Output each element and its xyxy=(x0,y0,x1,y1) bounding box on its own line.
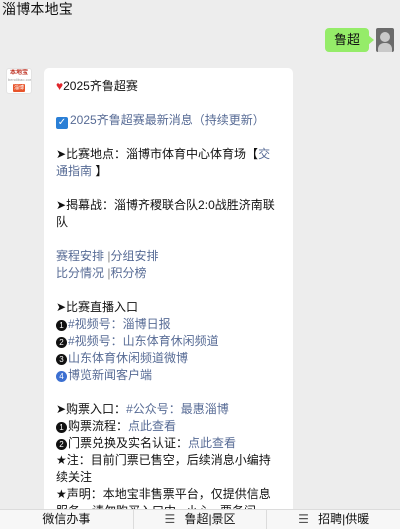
ticket-verify-prefix: 门票兑换及实名认证： xyxy=(68,436,189,450)
live-entry-1: 1 #视频号：淄博日报 xyxy=(56,316,281,333)
ticket-entry-line: ➤购票入口：#公众号：最惠淄博 xyxy=(56,401,281,418)
menu-wechat-services[interactable]: 微信办事 xyxy=(0,510,133,529)
live-link-3[interactable]: 山东体育休闲频道微博 xyxy=(68,351,188,365)
bot-title: 2025齐鲁超赛 xyxy=(63,79,138,93)
statement-text: ★声明：本地宝非售票平台，仅提供信息服务，请勿购买入口中...小心...票务问 xyxy=(56,487,271,509)
check-icon: ✓ xyxy=(56,117,68,129)
points-table-link[interactable]: 积分榜 xyxy=(110,266,146,280)
number-2-icon: 2 xyxy=(56,337,67,348)
ticket-verify-link[interactable]: 点此查看 xyxy=(188,436,236,450)
ticket-flow-link[interactable]: 点此查看 xyxy=(128,419,176,433)
chat-area[interactable]: 鲁超 本地宝 bendibao.com 淄博 ♥2025齐鲁超赛 ✓ 2025齐鲁… xyxy=(0,20,400,509)
live-link-4[interactable]: 博览新闻客户端 xyxy=(68,368,152,382)
top-bar: 淄博本地宝 xyxy=(0,0,400,20)
menu-label: 鲁超|景区 xyxy=(184,512,236,526)
menu-jobs-heating[interactable]: ☰ 招聘|供暖 xyxy=(266,510,400,529)
number-2-icon: 2 xyxy=(56,439,67,450)
score-link[interactable]: 比分情况 xyxy=(56,266,104,280)
group-link[interactable]: 分组安排 xyxy=(110,249,158,263)
venue-prefix: ➤比赛地点：淄博市体育中心体育场【 xyxy=(56,147,259,161)
ticket-note: ★注：目前门票已售空，后续消息小编持续关注 xyxy=(56,453,271,484)
live-entry-2: 2 #视频号：山东体育休闲频道 xyxy=(56,333,281,350)
live-link-1[interactable]: #视频号：淄博日报 xyxy=(68,317,171,331)
number-1-icon: 1 xyxy=(56,422,67,433)
live-entry-4: 4 博览新闻客户端 xyxy=(56,367,281,384)
user-message-bubble[interactable]: 鲁超 xyxy=(324,28,375,52)
live-link-2[interactable]: #视频号：山东体育休闲频道 xyxy=(68,334,219,348)
ticket-verify-line: 2 门票兑换及实名认证：点此查看 xyxy=(56,435,281,452)
schedule-link[interactable]: 赛程安排 xyxy=(56,249,104,263)
user-avatar[interactable] xyxy=(376,28,394,52)
menu-list-icon: ☰ xyxy=(298,512,309,526)
venue-line: ➤比赛地点：淄博市体育中心体育场【交通指南 】 xyxy=(56,146,281,180)
ticket-flow-prefix: 购票流程： xyxy=(68,419,129,433)
avatar-logo-city: 淄博 xyxy=(13,84,25,92)
bottom-menu-bar: 微信办事 ☰ 鲁超|景区 ☰ 招聘|供暖 xyxy=(0,509,400,529)
menu-label: 微信办事 xyxy=(42,512,91,526)
schedule-links-line: 赛程安排 |分组安排 xyxy=(56,248,281,265)
latest-news-link[interactable]: 2025齐鲁超赛最新消息（持续更新） xyxy=(70,113,265,127)
live-heading: ➤比赛直播入口 xyxy=(56,300,139,314)
number-3-icon: 3 xyxy=(56,354,67,365)
venue-suffix: 】 xyxy=(95,164,108,178)
ticket-flow-line: 1 购票流程：点此查看 xyxy=(56,418,281,435)
opening-match-text: ➤揭幕战：淄博齐稷联合队2:0战胜济南联队 xyxy=(56,198,275,229)
avatar-logo-text: 本地宝 xyxy=(9,70,28,76)
menu-label: 招聘|供暖 xyxy=(318,512,370,526)
bot-title-line: ♥2025齐鲁超赛 xyxy=(56,78,281,95)
number-4-icon: 4 xyxy=(56,371,67,382)
latest-news-line: ✓ 2025齐鲁超赛最新消息（持续更新） xyxy=(56,112,281,129)
chat-title: 淄博本地宝 xyxy=(2,1,73,17)
menu-list-icon: ☰ xyxy=(164,512,176,526)
official-account-avatar[interactable]: 本地宝 bendibao.com 淄博 xyxy=(6,68,32,94)
bot-message-bubble: ♥2025齐鲁超赛 ✓ 2025齐鲁超赛最新消息（持续更新） ➤比赛地点：淄博市体… xyxy=(44,68,293,509)
avatar-logo-subtext: bendibao.com xyxy=(8,77,32,82)
menu-luchao-scenic[interactable]: ☰ 鲁超|景区 xyxy=(132,510,267,529)
user-message: 鲁超 xyxy=(324,28,394,52)
score-links-line: 比分情况 |积分榜 xyxy=(56,265,281,282)
ticket-account-link[interactable]: #公众号：最惠淄博 xyxy=(126,402,229,416)
number-1-icon: 1 xyxy=(56,320,67,331)
ticket-prefix: ➤购票入口： xyxy=(56,402,127,416)
live-entry-3: 3 山东体育休闲频道微博 xyxy=(56,350,281,367)
